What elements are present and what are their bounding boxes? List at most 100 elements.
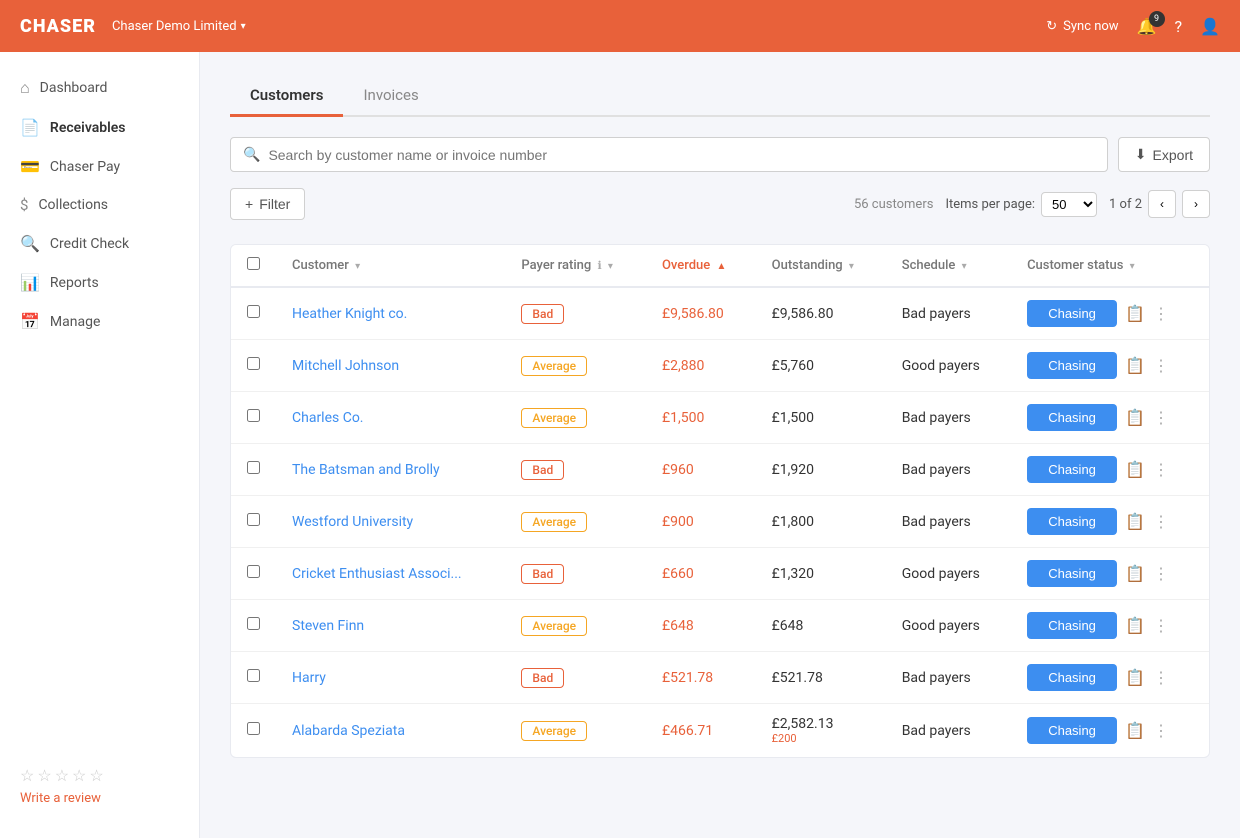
- more-actions-icon[interactable]: ⋮: [1153, 616, 1169, 635]
- chasing-button[interactable]: Chasing: [1027, 456, 1117, 483]
- filter-button[interactable]: + Filter: [230, 188, 305, 220]
- customer-link[interactable]: Steven Finn: [292, 618, 364, 634]
- row-checkbox[interactable]: [247, 513, 260, 526]
- row-checkbox[interactable]: [247, 357, 260, 370]
- row-checkbox[interactable]: [247, 617, 260, 630]
- sidebar-item-dashboard[interactable]: ⌂ Dashboard: [0, 68, 199, 108]
- document-action-icon[interactable]: 📋: [1125, 304, 1145, 323]
- chasing-button[interactable]: Chasing: [1027, 508, 1117, 535]
- star-4[interactable]: ☆: [72, 766, 86, 785]
- customer-link[interactable]: Heather Knight co.: [292, 306, 407, 322]
- payer-rating-sort-icon[interactable]: ▾: [608, 261, 613, 272]
- more-actions-icon[interactable]: ⋮: [1153, 356, 1169, 375]
- chasing-button[interactable]: Chasing: [1027, 664, 1117, 691]
- select-all-checkbox[interactable]: [247, 257, 260, 270]
- sync-button[interactable]: ↻ Sync now: [1046, 19, 1118, 34]
- document-icon: 📄: [20, 118, 40, 137]
- col-customer-label: Customer: [292, 258, 349, 273]
- schedule-cell: Good payers: [886, 600, 1011, 652]
- customer-link[interactable]: The Batsman and Brolly: [292, 462, 440, 478]
- next-page-button[interactable]: ›: [1182, 190, 1210, 218]
- company-selector[interactable]: Chaser Demo Limited ▾: [112, 19, 246, 34]
- document-action-icon[interactable]: 📋: [1125, 512, 1145, 531]
- tab-invoices[interactable]: Invoices: [343, 76, 438, 117]
- more-actions-icon[interactable]: ⋮: [1153, 721, 1169, 740]
- row-checkbox[interactable]: [247, 409, 260, 422]
- sidebar-item-receivables[interactable]: 📄 Receivables: [0, 108, 199, 147]
- more-actions-icon[interactable]: ⋮: [1153, 512, 1169, 531]
- notification-button[interactable]: 🔔 9: [1137, 17, 1157, 36]
- customer-link[interactable]: Westford University: [292, 514, 413, 530]
- company-name: Chaser Demo Limited: [112, 19, 237, 34]
- more-actions-icon[interactable]: ⋮: [1153, 304, 1169, 323]
- star-1[interactable]: ☆: [20, 766, 34, 785]
- schedule-sort-icon[interactable]: ▾: [962, 261, 967, 272]
- status-cell: Chasing 📋 ⋮: [1011, 600, 1209, 652]
- sidebar-label-chaser-pay: Chaser Pay: [50, 159, 120, 175]
- tab-customers[interactable]: Customers: [230, 76, 343, 117]
- star-5[interactable]: ☆: [89, 766, 103, 785]
- schedule-value: Bad payers: [902, 462, 971, 478]
- document-action-icon[interactable]: 📋: [1125, 616, 1145, 635]
- sidebar-item-manage[interactable]: 📅 Manage: [0, 302, 199, 341]
- prev-page-button[interactable]: ‹: [1148, 190, 1176, 218]
- col-payer-rating-label: Payer rating: [521, 258, 591, 273]
- overdue-cell: £9,586.80: [646, 287, 756, 340]
- more-actions-icon[interactable]: ⋮: [1153, 408, 1169, 427]
- more-actions-icon[interactable]: ⋮: [1153, 460, 1169, 479]
- customer-count: 56 customers: [854, 197, 933, 212]
- sidebar-label-reports: Reports: [50, 275, 99, 291]
- document-action-icon[interactable]: 📋: [1125, 721, 1145, 740]
- chasing-button[interactable]: Chasing: [1027, 717, 1117, 744]
- payer-rating-badge: Average: [521, 356, 587, 376]
- document-action-icon[interactable]: 📋: [1125, 356, 1145, 375]
- chasing-button[interactable]: Chasing: [1027, 300, 1117, 327]
- overdue-cell: £660: [646, 548, 756, 600]
- row-checkbox[interactable]: [247, 461, 260, 474]
- outstanding-sort-icon[interactable]: ▾: [849, 261, 854, 272]
- overdue-amount: £648: [662, 618, 694, 634]
- sidebar-item-credit-check[interactable]: 🔍 Credit Check: [0, 224, 199, 263]
- sidebar-item-chaser-pay[interactable]: 💳 Chaser Pay: [0, 147, 199, 186]
- payer-rating-badge: Bad: [521, 564, 564, 584]
- customer-sort-icon[interactable]: ▾: [355, 261, 360, 272]
- document-action-icon[interactable]: 📋: [1125, 564, 1145, 583]
- customer-link[interactable]: Cricket Enthusiast Associ...: [292, 566, 462, 582]
- profile-icon[interactable]: 👤: [1200, 17, 1220, 36]
- more-actions-icon[interactable]: ⋮: [1153, 668, 1169, 687]
- status-sort-icon[interactable]: ▾: [1130, 261, 1135, 272]
- help-icon[interactable]: ?: [1175, 17, 1183, 36]
- chasing-button[interactable]: Chasing: [1027, 352, 1117, 379]
- customer-link[interactable]: Mitchell Johnson: [292, 358, 399, 374]
- row-checkbox[interactable]: [247, 305, 260, 318]
- document-action-icon[interactable]: 📋: [1125, 408, 1145, 427]
- chasing-button[interactable]: Chasing: [1027, 560, 1117, 587]
- schedule-cell: Bad payers: [886, 392, 1011, 444]
- chasing-button[interactable]: Chasing: [1027, 612, 1117, 639]
- sidebar-item-reports[interactable]: 📊 Reports: [0, 263, 199, 302]
- document-action-icon[interactable]: 📋: [1125, 460, 1145, 479]
- row-checkbox-cell: [231, 600, 276, 652]
- schedule-value: Good payers: [902, 618, 980, 634]
- customer-link[interactable]: Harry: [292, 670, 326, 686]
- row-checkbox[interactable]: [247, 669, 260, 682]
- items-per-page-select[interactable]: 50 25 100: [1041, 192, 1097, 217]
- star-3[interactable]: ☆: [55, 766, 69, 785]
- payer-rating-info-icon[interactable]: ℹ: [597, 259, 601, 272]
- schedule-cell: Bad payers: [886, 496, 1011, 548]
- more-actions-icon[interactable]: ⋮: [1153, 564, 1169, 583]
- chasing-button[interactable]: Chasing: [1027, 404, 1117, 431]
- table-row: Westford University Average £900 £1,800 …: [231, 496, 1209, 548]
- row-checkbox[interactable]: [247, 565, 260, 578]
- customer-link[interactable]: Charles Co.: [292, 410, 364, 426]
- overdue-sort-icon[interactable]: ▲: [716, 261, 726, 272]
- export-button[interactable]: ⬇ Export: [1118, 137, 1210, 172]
- customer-link[interactable]: Alabarda Speziata: [292, 723, 405, 739]
- customer-cell: Mitchell Johnson: [276, 340, 505, 392]
- search-input[interactable]: [268, 147, 1094, 163]
- sidebar-item-collections[interactable]: $ Collections: [0, 186, 199, 224]
- document-action-icon[interactable]: 📋: [1125, 668, 1145, 687]
- write-review-link[interactable]: Write a review: [20, 791, 179, 806]
- row-checkbox[interactable]: [247, 722, 260, 735]
- star-2[interactable]: ☆: [37, 766, 51, 785]
